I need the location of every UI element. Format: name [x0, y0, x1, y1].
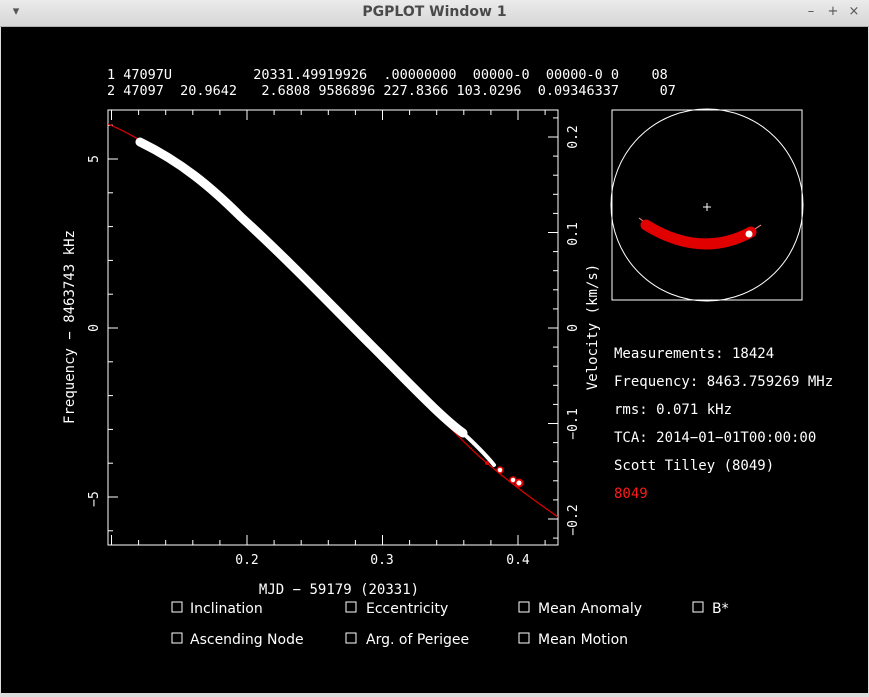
plot-frame	[107, 109, 559, 546]
x-axis-label: MJD − 59179 (20331)	[259, 582, 419, 598]
checkbox-label: Eccentricity	[366, 601, 448, 617]
doppler-measurements-tail	[461, 431, 496, 467]
checkbox-mean-motion[interactable]: Mean Motion	[518, 632, 628, 648]
y-axis-label-left: Frequency − 8463743 kHz	[62, 230, 78, 424]
checkbox-label: Mean Anomaly	[538, 601, 642, 617]
y-right-tick-label: 0	[566, 324, 581, 332]
checkbox-label: Arg. of Perigee	[366, 632, 469, 648]
checkbox-label: Mean Motion	[538, 632, 628, 648]
info-measurements: Measurements: 18424	[614, 346, 774, 362]
info-site: 8049	[614, 486, 648, 502]
info-observer: Scott Tilley (8049)	[614, 458, 774, 474]
tle-line-2: 2 47097 20.9642 2.6808 9586896 227.8366 …	[107, 83, 676, 99]
y-right-tick-label: 0.1	[566, 222, 581, 245]
sky-track	[640, 219, 757, 250]
checkbox-eccentricity[interactable]: Eccentricity	[345, 601, 448, 617]
checkbox-bstar[interactable]: B*	[692, 601, 729, 617]
info-rms: rms: 0.071 kHz	[614, 402, 732, 418]
title-bar[interactable]: ▾ PGPLOT Window 1 – + ×	[0, 0, 869, 27]
checkbox-label: Ascending Node	[190, 632, 304, 648]
pgplot-window: ▾ PGPLOT Window 1 – + × 1 47097U 20331.4…	[0, 0, 869, 694]
axis-ticks	[108, 110, 558, 545]
y-right-tick-label: −0.2	[566, 504, 581, 535]
checkbox-arg-of-perigee[interactable]: Arg. of Perigee	[345, 632, 469, 648]
measurement-point	[485, 461, 489, 465]
checkbox-ascending-node[interactable]: Ascending Node	[171, 632, 304, 648]
measurement-point	[514, 478, 524, 488]
maximize-button[interactable]: +	[825, 4, 841, 20]
info-tca: TCA: 2014−01−01T00:00:00	[614, 430, 816, 446]
y-axis-label-right: Velocity (km/s)	[585, 264, 601, 390]
x-tick-label: 0.3	[370, 553, 393, 568]
checkbox-mean-anomaly[interactable]: Mean Anomaly	[518, 601, 642, 617]
y-left-tick-label: 5	[87, 155, 102, 163]
checkbox-inclination[interactable]: Inclination	[171, 601, 263, 617]
window-title: PGPLOT Window 1	[362, 4, 507, 20]
tle-line-1: 1 47097U 20331.49919926 .00000000 00000-…	[107, 67, 668, 83]
doppler-measurements	[135, 137, 468, 438]
measurement-point	[496, 466, 504, 474]
x-tick-label: 0.2	[235, 553, 258, 568]
close-button[interactable]: ×	[846, 4, 862, 20]
y-right-tick-label: −0.1	[566, 408, 581, 439]
checkbox-label: Inclination	[190, 601, 263, 617]
plot-svg: 1 47097U 20331.49919926 .00000000 00000-…	[62, 67, 833, 648]
x-tick-label: 0.4	[506, 553, 530, 568]
y-right-tick-label: 0.2	[566, 125, 581, 148]
plot-canvas[interactable]: 1 47097U 20331.49919926 .00000000 00000-…	[1, 27, 868, 693]
minimize-button[interactable]: –	[803, 4, 819, 20]
y-left-tick-label: 0	[87, 324, 102, 332]
checkbox-label: B*	[712, 601, 729, 617]
y-left-tick-label: −5	[87, 491, 102, 507]
info-frequency: Frequency: 8463.759269 MHz	[614, 374, 833, 390]
satellite-position	[745, 230, 753, 238]
